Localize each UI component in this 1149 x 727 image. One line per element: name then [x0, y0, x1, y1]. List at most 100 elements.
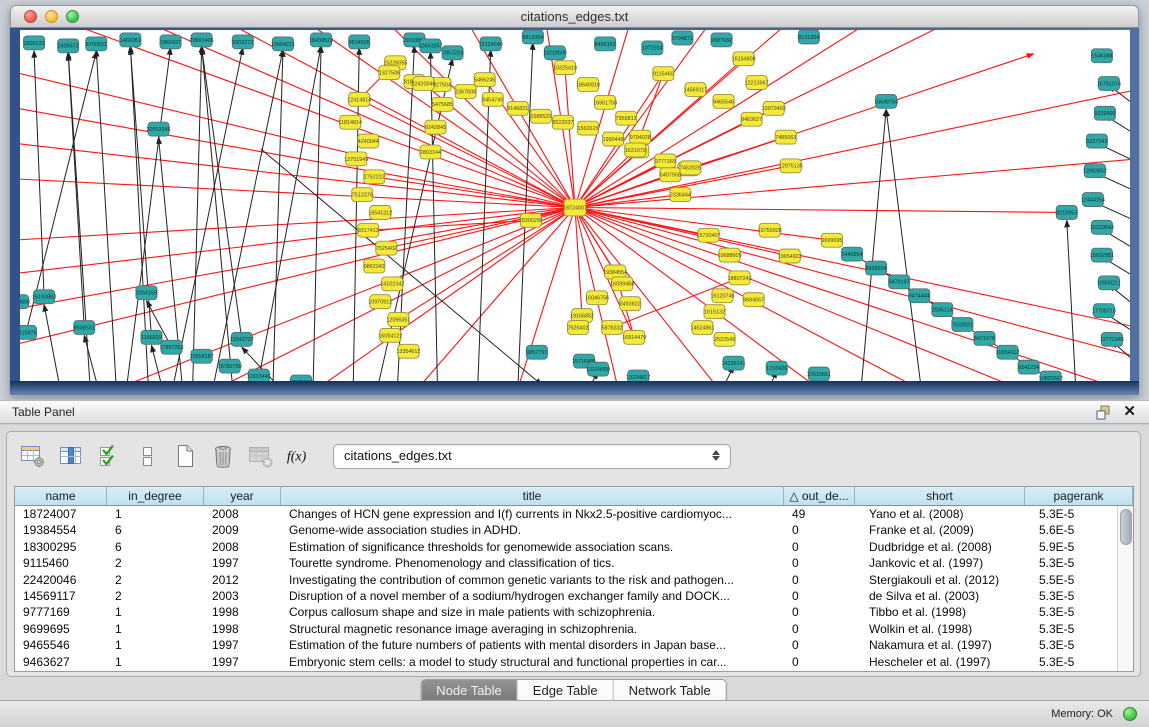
- graph-node[interactable]: 8508531: [74, 321, 95, 335]
- graph-node[interactable]: 12444154: [1081, 193, 1105, 207]
- graph-node[interactable]: 10654112: [996, 345, 1020, 359]
- network-canvas[interactable]: 1872400718300295193845541522605513275068…: [20, 30, 1130, 381]
- table-cell[interactable]: 49: [784, 506, 855, 522]
- table-cell[interactable]: 1997: [204, 654, 281, 670]
- graph-node[interactable]: 15692951: [1090, 248, 1114, 262]
- table-row[interactable]: 1938455462009Genome-wide association stu…: [15, 522, 1133, 538]
- graph-node[interactable]: 16154808: [732, 52, 756, 66]
- table-cell[interactable]: Tourette syndrome. Phenomenology and cla…: [281, 555, 784, 571]
- graph-node[interactable]: 10920567: [1039, 371, 1063, 381]
- table-cell[interactable]: Estimation of significance thresholds fo…: [281, 539, 784, 555]
- table-cell[interactable]: 0: [784, 555, 855, 571]
- graph-node[interactable]: 9317413: [358, 223, 379, 237]
- table-cell[interactable]: 2003: [204, 588, 281, 604]
- table-cell[interactable]: 1: [107, 604, 204, 620]
- graph-node[interactable]: 22420046: [411, 77, 435, 91]
- graph-node[interactable]: 15751074: [1097, 77, 1121, 91]
- table-cell[interactable]: 0: [784, 604, 855, 620]
- graph-node[interactable]: 12134058: [586, 362, 610, 376]
- graph-node[interactable]: 9241234: [1018, 360, 1039, 374]
- graph-node[interactable]: 19654923: [778, 249, 802, 263]
- graph-node[interactable]: 12610651: [807, 367, 831, 381]
- table-cell[interactable]: 9777169: [15, 604, 107, 620]
- graph-node[interactable]: 2367608: [455, 85, 476, 99]
- graph-node[interactable]: 8522037: [552, 115, 573, 129]
- tab-node-table[interactable]: Node Table: [421, 680, 517, 702]
- graph-node[interactable]: 9634505: [349, 35, 370, 49]
- graph-node[interactable]: 8454749: [482, 92, 503, 106]
- graph-node[interactable]: 10958187: [190, 349, 214, 363]
- graph-node[interactable]: 5475685: [432, 97, 453, 111]
- graph-node[interactable]: 11814814: [338, 115, 362, 129]
- graph-node[interactable]: 3315975: [20, 325, 37, 339]
- graph-node[interactable]: 10325419: [553, 61, 577, 75]
- graph-node[interactable]: 9474444: [909, 289, 930, 303]
- table-cell[interactable]: Genome-wide association studies in ADHD.: [281, 522, 784, 538]
- graph-node[interactable]: 2752212: [364, 170, 385, 184]
- graph-node[interactable]: 15124549: [479, 37, 503, 51]
- table-cell[interactable]: Estimation of the future numbers of pati…: [281, 637, 784, 653]
- graph-node[interactable]: 2803144: [420, 145, 441, 159]
- create-column-button[interactable]: [169, 441, 201, 471]
- table-row[interactable]: 1830029562008Estimation of significance …: [15, 539, 1133, 555]
- row-height-button[interactable]: [131, 441, 163, 471]
- graph-node[interactable]: 1327506: [379, 66, 400, 80]
- graph-node[interactable]: 9794871: [672, 31, 693, 45]
- table-cell[interactable]: 2: [107, 588, 204, 604]
- table-cell[interactable]: Nakamura et al. (1997): [855, 637, 1025, 653]
- graph-node[interactable]: 9115460: [653, 67, 674, 81]
- graph-node[interactable]: 16648784: [874, 94, 898, 108]
- table-cell[interactable]: 0: [784, 637, 855, 653]
- graph-node[interactable]: 7625402: [567, 321, 588, 335]
- graph-node[interactable]: 3493822: [620, 297, 641, 311]
- graph-node[interactable]: 5878332: [602, 321, 623, 335]
- graph-node[interactable]: 10653257: [418, 39, 442, 53]
- graph-node[interactable]: 1990448: [603, 132, 624, 146]
- graph-node[interactable]: 19218506: [543, 46, 567, 60]
- table-cell[interactable]: 0: [784, 539, 855, 555]
- table-row[interactable]: 969969511998Structural magnetic resonanc…: [15, 621, 1133, 637]
- graph-node[interactable]: 9463627: [741, 112, 762, 126]
- graph-node[interactable]: 1733426: [766, 361, 787, 375]
- close-window-icon[interactable]: [24, 10, 37, 23]
- table-cell[interactable]: 9115460: [15, 555, 107, 571]
- graph-node[interactable]: 9302272: [232, 35, 253, 49]
- graph-node[interactable]: 2064158: [136, 286, 157, 300]
- window-titlebar[interactable]: citations_edges.txt: [10, 5, 1139, 28]
- table-cell[interactable]: 1998: [204, 621, 281, 637]
- table-cell[interactable]: Stergiakouli et al. (2012): [855, 572, 1025, 588]
- table-cell[interactable]: Corpus callosum shape and size in male p…: [281, 604, 784, 620]
- table-cell[interactable]: 1997: [204, 637, 281, 653]
- table-row[interactable]: 1872400712008Changes of HCN gene express…: [15, 506, 1133, 522]
- graph-node[interactable]: 16120746: [710, 289, 734, 303]
- table-cell[interactable]: Dudbridge et al. (2008): [855, 539, 1025, 555]
- table-cell[interactable]: Disruption of a novel member of a sodium…: [281, 588, 784, 604]
- table-cell[interactable]: Hescheler et al. (1997): [855, 654, 1025, 670]
- graph-node[interactable]: 9242845: [425, 120, 446, 134]
- graph-node[interactable]: 10688609: [718, 248, 742, 262]
- close-panel-icon[interactable]: ✕: [1123, 403, 1136, 421]
- table-cell[interactable]: Jankovic et al. (1997): [855, 555, 1025, 571]
- table-cell[interactable]: 9699695: [15, 621, 107, 637]
- column-header-year[interactable]: year: [204, 487, 281, 506]
- graph-node[interactable]: 18300295: [519, 213, 543, 227]
- graph-node[interactable]: 10970912: [368, 295, 392, 309]
- table-cell[interactable]: 0: [784, 621, 855, 637]
- table-cell[interactable]: 0: [784, 588, 855, 604]
- table-cell[interactable]: de Silva et al. (2003): [855, 588, 1025, 604]
- graph-node[interactable]: 18807243: [728, 271, 752, 285]
- graph-node[interactable]: 16782759: [218, 359, 242, 373]
- graph-node[interactable]: 18439523: [309, 33, 333, 47]
- graph-node[interactable]: 12093852: [1083, 164, 1107, 178]
- graph-node[interactable]: 7485063: [775, 130, 796, 144]
- graph-node[interactable]: 14569117: [684, 83, 708, 97]
- graph-node[interactable]: 9794028: [630, 130, 651, 144]
- delete-column-button[interactable]: [207, 441, 239, 471]
- graph-node[interactable]: 12975135: [779, 159, 803, 173]
- graph-node[interactable]: 14136141: [722, 356, 746, 370]
- graph-node[interactable]: 25160850: [20, 295, 30, 309]
- graph-node[interactable]: 16961758: [593, 95, 617, 109]
- graph-node[interactable]: 15234817: [626, 370, 650, 381]
- graph-node[interactable]: 1860437: [160, 35, 181, 49]
- table-row[interactable]: 977716911998Corpus callosum shape and si…: [15, 604, 1133, 620]
